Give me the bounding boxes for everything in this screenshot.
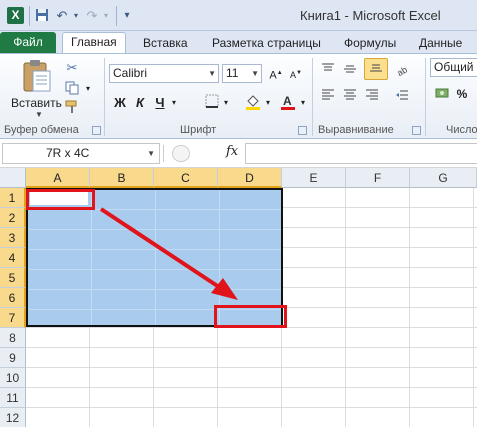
annotation-arrow: [99, 207, 238, 300]
